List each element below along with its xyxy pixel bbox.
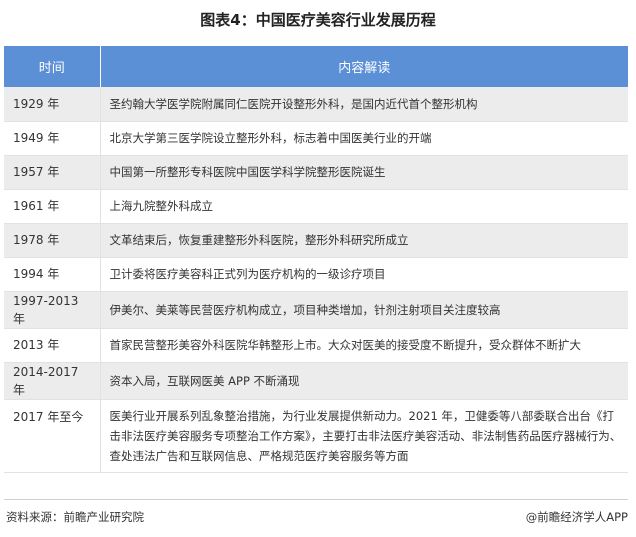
table-row: 1957 年 中国第一所整形专科医院中国医学科学院整形医院诞生	[4, 155, 628, 190]
page: 图表4：中国医疗美容行业发展历程 时间 内容解读 1929 年 圣约翰大学医学院…	[0, 0, 636, 537]
row-content: 资本入局，互联网医美 APP 不断涌现	[100, 362, 628, 400]
header-time: 时间	[4, 46, 101, 87]
table-row: 1997-2013 年 伊美尔、美莱等民营医疗机构成立，项目种类增加，针剂注射项…	[4, 291, 628, 329]
row-content: 医美行业开展系列乱象整治措施，为行业发展提供新动力。2021 年，卫健委等八部委…	[100, 399, 628, 473]
table-row: 2013 年 首家民营整形美容外科医院华韩整形上市。大众对医美的接受度不断提升，…	[4, 328, 628, 363]
row-year: 1957 年	[4, 155, 101, 190]
row-content: 首家民营整形美容外科医院华韩整形上市。大众对医美的接受度不断提升，受众群体不断扩…	[100, 328, 628, 363]
brand-credit: @前瞻经济学人APP	[525, 510, 628, 524]
table-header-row: 时间 内容解读	[4, 46, 628, 87]
row-year: 2013 年	[4, 328, 101, 363]
row-year: 1994 年	[4, 257, 101, 292]
history-table: 时间 内容解读 1929 年 圣约翰大学医学院附属同仁医院开设整形外科，是国内近…	[4, 46, 628, 473]
row-content: 文革结束后，恢复重建整形外科医院，整形外科研究所成立	[100, 223, 628, 258]
figure-title: 图表4：中国医疗美容行业发展历程	[200, 11, 436, 29]
row-content: 卫计委将医疗美容科正式列为医疗机构的一级诊疗项目	[100, 257, 628, 292]
table-row: 1978 年 文革结束后，恢复重建整形外科医院，整形外科研究所成立	[4, 223, 628, 258]
table-row: 1949 年 北京大学第三医学院设立整形外科，标志着中国医美行业的开端	[4, 121, 628, 156]
row-year: 1961 年	[4, 189, 101, 224]
row-content: 上海九院整外科成立	[100, 189, 628, 224]
row-content: 伊美尔、美莱等民营医疗机构成立，项目种类增加，针剂注射项目关注度较高	[100, 291, 628, 329]
table-row: 1961 年 上海九院整外科成立	[4, 189, 628, 224]
source-note: 资料来源：前瞻产业研究院	[6, 510, 144, 524]
table-row: 1994 年 卫计委将医疗美容科正式列为医疗机构的一级诊疗项目	[4, 257, 628, 292]
row-content: 中国第一所整形专科医院中国医学科学院整形医院诞生	[100, 155, 628, 190]
header-content: 内容解读	[100, 46, 628, 87]
row-year: 2017 年至今	[4, 399, 101, 473]
row-year: 1997-2013 年	[4, 291, 101, 329]
table-row: 2014-2017 年 资本入局，互联网医美 APP 不断涌现	[4, 362, 628, 400]
table-row: 1929 年 圣约翰大学医学院附属同仁医院开设整形外科，是国内近代首个整形机构	[4, 87, 628, 122]
row-year: 1949 年	[4, 121, 101, 156]
footer-divider	[4, 499, 628, 500]
row-content: 北京大学第三医学院设立整形外科，标志着中国医美行业的开端	[100, 121, 628, 156]
row-year: 1978 年	[4, 223, 101, 258]
row-year: 2014-2017 年	[4, 362, 101, 400]
row-content: 圣约翰大学医学院附属同仁医院开设整形外科，是国内近代首个整形机构	[100, 87, 628, 122]
table-row: 2017 年至今 医美行业开展系列乱象整治措施，为行业发展提供新动力。2021 …	[4, 399, 628, 473]
row-year: 1929 年	[4, 87, 101, 122]
